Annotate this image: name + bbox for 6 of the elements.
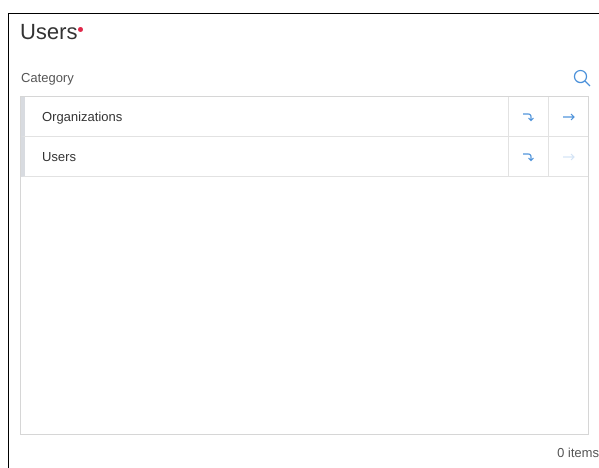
category-name[interactable]: Users [42,146,76,166]
category-label: Category [21,69,74,88]
category-name[interactable]: Organizations [42,106,122,126]
item-count: 0 items [557,444,599,462]
search-button[interactable] [573,68,593,88]
page-title: Users [20,18,78,46]
